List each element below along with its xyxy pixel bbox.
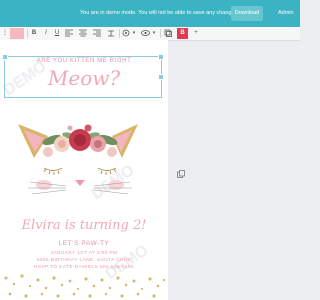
date-text[interactable]: JANUARY 1ST AT 2:00 PM — [0, 251, 168, 256]
bold-button[interactable]: B — [30, 28, 38, 39]
effects-icon[interactable] — [121, 28, 131, 39]
cat-nose — [75, 180, 85, 186]
rsvp-text[interactable]: RSVP TO KATE DANIELS 555.555.5555 — [0, 265, 168, 270]
headline-text[interactable]: ARE YOU KITTEN ME RIGHT — [0, 58, 168, 64]
italic-button[interactable]: I — [42, 28, 50, 39]
toolbar-divider — [160, 29, 161, 38]
flower-crown — [42, 124, 118, 157]
align-right-icon[interactable] — [92, 28, 102, 39]
align-center-icon[interactable] — [78, 28, 88, 39]
demo-mode-banner: You are in demo mode. You will not be ab… — [0, 0, 300, 27]
layers-icon[interactable] — [163, 28, 173, 39]
text-color-swatch[interactable] — [10, 28, 24, 39]
gold-confetti — [4, 274, 166, 298]
script-title-text[interactable]: Meow? — [0, 66, 168, 90]
text-toolbar: ⋮ B I U ▾ ▾ B + — [0, 27, 300, 41]
demo-mode-message: You are in demo mode. You will not be ab… — [80, 10, 239, 16]
text-size-icon[interactable] — [106, 28, 116, 39]
address-text[interactable]: 5555 BIRTHDAY LANE, SANTA CRUZ — [0, 258, 168, 263]
copy-icon[interactable] — [177, 170, 185, 178]
download-button[interactable]: Download — [231, 6, 263, 21]
subtitle-text[interactable]: LET'S PAW-TY — [0, 240, 168, 247]
align-left-icon[interactable] — [64, 28, 74, 39]
underline-button[interactable]: U — [53, 28, 61, 39]
invitation-canvas[interactable]: DEMO DEMO DEMO — [0, 40, 168, 300]
font-color-button[interactable]: B — [177, 28, 188, 39]
toolbar-menu-dots-icon[interactable]: ⋮ — [2, 28, 8, 39]
cat-face — [43, 167, 117, 175]
chevron-down-icon[interactable]: ▾ — [151, 28, 157, 39]
admin-link[interactable]: Admin — [278, 10, 294, 16]
toolbar-divider — [119, 29, 120, 38]
add-button[interactable]: + — [192, 28, 200, 39]
chevron-down-icon[interactable]: ▾ — [131, 28, 137, 39]
birthday-name-text[interactable]: Elvira is turning 2! — [0, 218, 168, 233]
toolbar-divider — [27, 29, 28, 38]
visibility-icon[interactable] — [140, 28, 150, 39]
